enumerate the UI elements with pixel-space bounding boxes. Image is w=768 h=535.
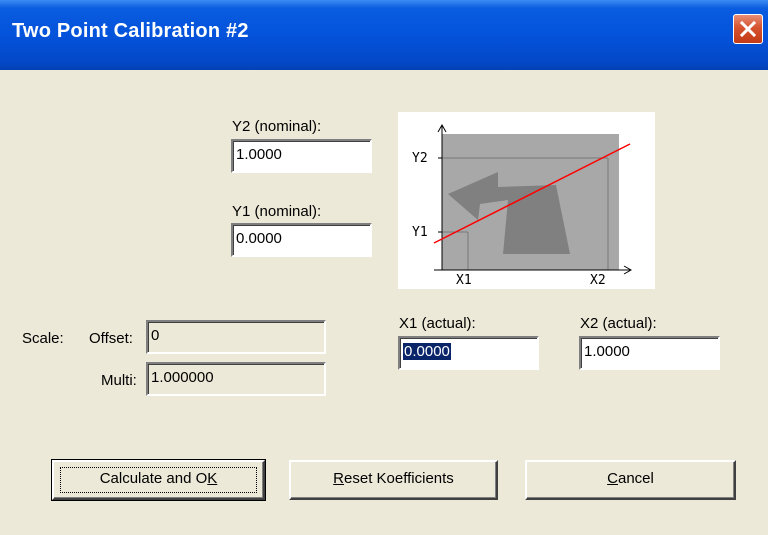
x2-actual-input[interactable]: 1.0000 (579, 336, 720, 370)
cancel-button[interactable]: Cancel (525, 460, 736, 500)
calibration-diagram-graphic: Y2 Y1 X1 X2 (412, 123, 633, 288)
diagram-y2-label: Y2 (412, 151, 428, 166)
y2-nominal-input[interactable]: 1.0000 (231, 139, 372, 173)
offset-field: 0 (146, 320, 326, 354)
offset-label: Offset: (89, 330, 133, 347)
x2-label: X2 (actual): (580, 315, 657, 332)
x1-actual-input[interactable]: 0.0000 (398, 336, 539, 370)
y2-label: Y2 (nominal): (232, 118, 322, 135)
title-bar[interactable]: Two Point Calibration #2 (0, 0, 768, 70)
focus-rectangle (60, 467, 257, 493)
multi-field: 1.000000 (146, 362, 326, 396)
reset-label-post: eset Koefficients (344, 470, 454, 487)
cancel-label-post: ancel (617, 470, 654, 487)
y1-nominal-input[interactable]: 0.0000 (231, 223, 372, 257)
close-button[interactable] (733, 14, 763, 44)
multi-label: Multi: (101, 372, 137, 389)
reset-mnemonic: R (333, 470, 345, 487)
cancel-mnemonic: C (607, 470, 618, 487)
diagram-x2-label: X2 (590, 273, 606, 288)
window-title: Two Point Calibration #2 (12, 20, 249, 42)
scale-label: Scale: (22, 330, 64, 347)
close-x-icon (740, 21, 756, 37)
x1-label: X1 (actual): (399, 315, 476, 332)
reset-koefficients-button[interactable]: Reset Koefficients (289, 460, 498, 500)
diagram-x1-label: X1 (456, 273, 472, 288)
calibration-dialog: Two Point Calibration #2 Y2 (nominal): 1… (0, 0, 768, 535)
y1-label: Y1 (nominal): (232, 203, 322, 220)
calibration-diagram: Y2 Y1 X1 X2 (398, 112, 655, 289)
diagram-y1-label: Y1 (412, 225, 428, 240)
calculate-ok-button[interactable]: Calculate and OK (51, 459, 266, 501)
x1-selected-text: 0.0000 (403, 343, 451, 360)
